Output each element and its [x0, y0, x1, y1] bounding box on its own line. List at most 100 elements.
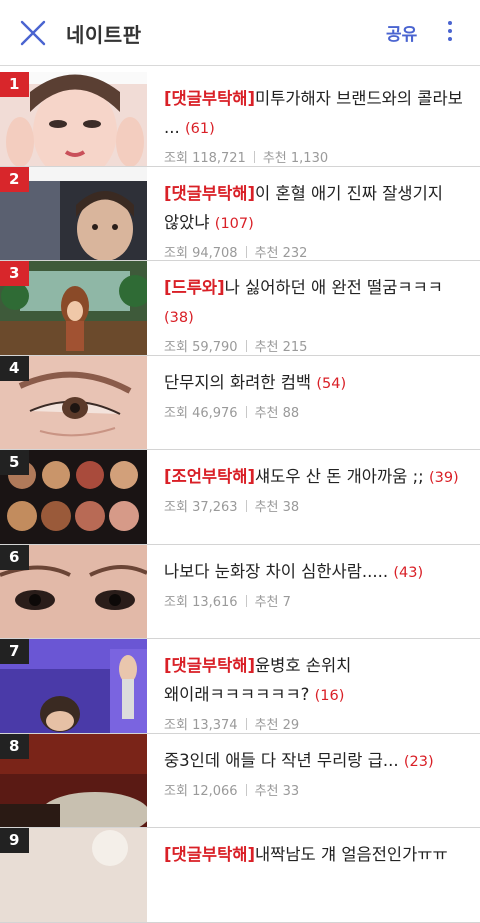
views-label: 조회 [164, 405, 188, 421]
rank-badge: 4 [0, 355, 29, 381]
recommend-count: 232 [282, 245, 308, 261]
recommend-count: 29 [282, 718, 300, 733]
recommend-label: 추천 [254, 594, 279, 610]
item-title: [댓글부탁해]윤병호 손위치 왜이래ㅋㅋㅋㅋㅋㅋ? (16) [164, 651, 470, 711]
views-count: 13,374 [192, 718, 238, 733]
comment-count: (38) [164, 310, 194, 326]
views-label: 조회 [164, 594, 188, 610]
list-item[interactable]: 4 단무지의 화려한 컴백 (54) 조회 46,976 추천 88 [0, 355, 480, 450]
list-item[interactable]: 6 나보다 눈화장 차이 심한사람..... (43) 조회 13,616 추천 … [0, 544, 480, 639]
views-label: 조회 [164, 340, 188, 355]
views-count: 46,976 [192, 405, 238, 421]
views-label: 조회 [164, 245, 188, 261]
views-label: 조회 [164, 151, 188, 166]
item-title: [댓글부탁해]내짝남도 걔 얼음전인가ㅠㅠ [164, 840, 470, 869]
rank-badge: 1 [0, 72, 29, 97]
recommend-label: 추천 [254, 783, 279, 799]
category-tag: [드루와] [164, 278, 225, 297]
share-button[interactable]: 공유 [386, 20, 417, 45]
recommend-count: 33 [282, 783, 300, 799]
views-label: 조회 [164, 718, 188, 733]
item-title-text: 나 싫어하던 애 완전 떨굼ㅋㅋㅋ [224, 278, 443, 297]
item-title-text: 섀도우 산 돈 개아까움 ;; [254, 467, 424, 486]
recommend-label: 추천 [254, 340, 279, 355]
rank-badge: 5 [0, 450, 29, 475]
item-title: 단무지의 화려한 컴백 (54) [164, 368, 470, 399]
category-tag: [댓글부탁해] [164, 183, 255, 203]
views-count: 12,066 [192, 783, 238, 799]
item-meta: 조회 37,263 추천 38 [164, 496, 470, 515]
top-app-bar: 네이트판 공유 [0, 0, 480, 66]
views-label: 조회 [164, 783, 188, 799]
recommend-label: 추천 [262, 151, 287, 166]
close-icon[interactable] [14, 14, 52, 52]
item-text: 나보다 눈화장 차이 심한사람..... (43) 조회 13,616 추천 7 [164, 557, 470, 610]
ranking-list: 1 [댓글부탁해]미투가해자 브랜드와의 콜라보 ... (61) 조회 118… [0, 72, 480, 923]
more-vertical-icon[interactable] [440, 18, 460, 48]
item-title-text: 단무지의 화려한 컴백 [164, 372, 312, 392]
item-text: [댓글부탁해]윤병호 손위치 왜이래ㅋㅋㅋㅋㅋㅋ? (16) 조회 13,374… [164, 651, 470, 733]
item-text: [댓글부탁해]내짝남도 걔 얼음전인가ㅠㅠ [164, 840, 470, 869]
list-item[interactable]: 8 중3인데 애들 다 작년 무리랑 급... (23) 조회 12,066 추천… [0, 733, 480, 828]
views-count: 13,616 [192, 594, 238, 610]
item-title-text: 내짝남도 걔 얼음전인가ㅠㅠ [254, 845, 448, 864]
rank-badge: 2 [0, 166, 29, 192]
item-meta: 조회 46,976 추천 88 [164, 402, 470, 421]
recommend-label: 추천 [254, 500, 279, 515]
comment-count: (16) [314, 688, 345, 704]
item-meta: 조회 118,721 추천 1,130 [164, 147, 470, 166]
item-text: 단무지의 화려한 컴백 (54) 조회 46,976 추천 88 [164, 368, 470, 421]
item-title: 중3인데 애들 다 작년 무리랑 급... (23) [164, 746, 470, 777]
list-item[interactable]: 7 [댓글부탁해]윤병호 손위치 왜이래ㅋㅋㅋㅋㅋㅋ? (16) 조회 13,3… [0, 639, 480, 734]
item-title: [댓글부탁해]이 혼혈 애기 진짜 잘생기지 않았냐 (107) [164, 179, 470, 239]
category-tag: [댓글부탁해] [164, 656, 255, 675]
comment-count: (54) [316, 375, 347, 392]
comment-count: (39) [428, 470, 459, 486]
rank-badge: 8 [0, 733, 29, 759]
views-count: 118,721 [192, 151, 246, 166]
comment-count: (43) [393, 564, 424, 581]
item-meta: 조회 12,066 추천 33 [164, 780, 470, 799]
item-text: [드루와]나 싫어하던 애 완전 떨굼ㅋㅋㅋ (38) 조회 59,790 추천 … [164, 273, 470, 355]
recommend-count: 88 [282, 405, 300, 421]
item-title: 나보다 눈화장 차이 심한사람..... (43) [164, 557, 470, 588]
item-title-text: 나보다 눈화장 차이 심한사람..... [164, 561, 389, 581]
page-title: 네이트판 [66, 23, 142, 47]
list-item[interactable]: 3 [드루와]나 싫어하던 애 완전 떨굼ㅋㅋㅋ (38) 조회 59,790 추… [0, 261, 480, 356]
rank-badge: 6 [0, 544, 29, 570]
comment-count: (107) [214, 215, 254, 232]
category-tag: [댓글부탁해] [164, 89, 255, 108]
recommend-count: 1,130 [290, 151, 329, 166]
views-count: 94,708 [192, 245, 238, 261]
recommend-label: 추천 [254, 405, 279, 421]
recommend-count: 38 [282, 500, 300, 515]
rank-badge: 9 [0, 828, 29, 853]
list-item[interactable]: 2 [댓글부탁해]이 혼혈 애기 진짜 잘생기지 않았냐 (107) 조회 94… [0, 166, 480, 261]
list-item[interactable]: 9 [댓글부탁해]내짝남도 걔 얼음전인가ㅠㅠ [0, 828, 480, 923]
item-meta: 조회 59,790 추천 215 [164, 336, 470, 355]
category-tag: [조언부탁해] [164, 467, 255, 486]
item-text: [조언부탁해]섀도우 산 돈 개아까움 ;; (39) 조회 37,263 추천 … [164, 462, 470, 515]
item-meta: 조회 94,708 추천 232 [164, 242, 470, 261]
recommend-count: 7 [282, 594, 291, 610]
item-title: [드루와]나 싫어하던 애 완전 떨굼ㅋㅋㅋ (38) [164, 273, 470, 333]
item-meta: 조회 13,374 추천 29 [164, 714, 470, 733]
list-item[interactable]: 1 [댓글부탁해]미투가해자 브랜드와의 콜라보 ... (61) 조회 118… [0, 72, 480, 167]
comment-count: (61) [185, 121, 215, 137]
item-title: [댓글부탁해]미투가해자 브랜드와의 콜라보 ... (61) [164, 84, 470, 144]
item-text: [댓글부탁해]이 혼혈 애기 진짜 잘생기지 않았냐 (107) 조회 94,7… [164, 179, 470, 261]
comment-count: (23) [403, 753, 434, 770]
item-text: 중3인데 애들 다 작년 무리랑 급... (23) 조회 12,066 추천 3… [164, 746, 470, 799]
list-item[interactable]: 5 [조언부탁해]섀도우 산 돈 개아까움 ;; (39) 조회 37,263 추… [0, 450, 480, 545]
recommend-count: 215 [282, 340, 308, 355]
rank-badge: 3 [0, 261, 29, 286]
views-count: 37,263 [192, 500, 238, 515]
views-count: 59,790 [192, 340, 238, 355]
item-title: [조언부탁해]섀도우 산 돈 개아까움 ;; (39) [164, 462, 470, 493]
category-tag: [댓글부탁해] [164, 845, 255, 864]
item-title-text: 중3인데 애들 다 작년 무리랑 급... [164, 750, 399, 770]
item-meta: 조회 13,616 추천 7 [164, 591, 470, 610]
recommend-label: 추천 [254, 245, 279, 261]
rank-badge: 7 [0, 639, 29, 664]
item-text: [댓글부탁해]미투가해자 브랜드와의 콜라보 ... (61) 조회 118,7… [164, 84, 470, 166]
